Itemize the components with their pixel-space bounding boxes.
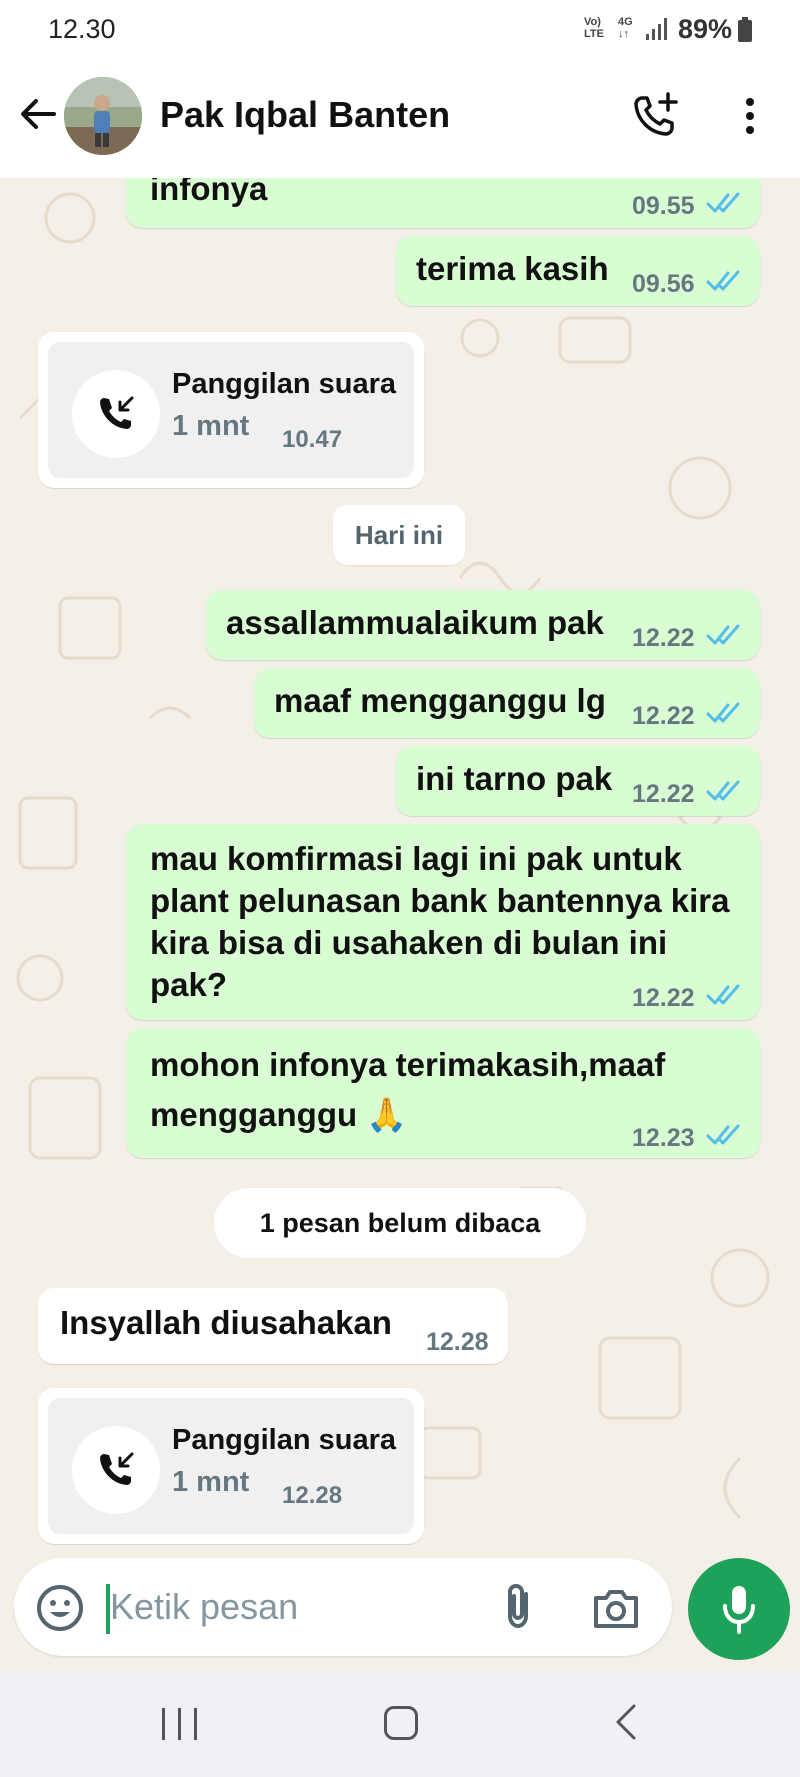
signal-bars-icon [646,18,667,40]
outgoing-message[interactable]: mohon infonya terimakasih,maaf menggangg… [126,1028,760,1158]
battery-icon [738,17,752,42]
call-card-inner: Panggilan suara 1 mnt 10.47 [48,342,414,478]
call-time: 10.47 [282,426,343,453]
message-text: maaf mengganggu lg [274,682,606,719]
more-options-icon[interactable] [728,94,772,138]
message-text: ini tarno pak [416,760,613,797]
read-ticks-icon [706,780,740,801]
call-time: 12.28 [282,1482,343,1509]
contact-name[interactable]: Pak Iqbal Banten [160,94,450,136]
chat-area[interactable]: infonya 09.55 terima kasih 09.56 Panggil… [0,178,800,1557]
message-text: Insyallah diusahakan [60,1304,392,1341]
message-time: 12.28 [426,1328,489,1356]
message-text: infonya [150,178,268,207]
battery-percent: 89% [678,14,733,44]
microphone-icon [723,1586,755,1634]
call-duration: 1 mnt [172,410,250,442]
message-time: 12.23 [632,1124,695,1152]
incoming-message[interactable]: Insyallah diusahakan 12.28 [38,1288,508,1364]
outgoing-message[interactable]: maaf mengganggu lg 12.22 [254,668,760,738]
call-card-inner: Panggilan suara 1 mnt 12.28 [48,1398,414,1534]
voice-call-card[interactable]: Panggilan suara 1 mnt 12.28 [38,1388,424,1544]
add-call-icon[interactable] [630,90,680,140]
message-input[interactable]: Ketik pesan [14,1558,672,1656]
outgoing-message[interactable]: infonya 09.55 [126,178,760,228]
volte-top: Vo) [584,16,601,28]
call-icon-circle [72,370,160,458]
recent-apps-icon[interactable] [160,1706,200,1742]
chat-header: Pak Iqbal Banten [0,60,800,178]
message-time: 09.55 [632,192,695,220]
incoming-call-icon [100,1452,134,1485]
message-placeholder: Ketik pesan [110,1586,299,1627]
read-ticks-icon [706,984,740,1005]
read-ticks-icon [706,624,740,645]
message-time: 09.56 [632,270,695,298]
message-time: 12.22 [632,624,695,652]
unread-banner: 1 pesan belum dibaca [214,1188,586,1258]
call-duration: 1 mnt [172,1466,250,1498]
call-title: Panggilan suara [172,1424,397,1456]
read-ticks-icon [706,702,740,723]
message-time: 12.22 [632,984,695,1012]
system-nav-bar [0,1672,800,1777]
volte-bottom: LTE [584,28,604,40]
date-divider: Hari ini [333,505,465,565]
emoji-icon[interactable] [34,1582,86,1634]
read-ticks-icon [706,1124,740,1145]
voice-call-card[interactable]: Panggilan suara 1 mnt 10.47 [38,332,424,488]
network-activity: ↓↑ [618,28,629,40]
read-ticks-icon [706,192,740,213]
paperclip-icon[interactable] [494,1582,544,1632]
outgoing-message[interactable]: assallammualaikum pak 12.22 [206,590,760,660]
outgoing-message[interactable]: terima kasih 09.56 [396,236,760,306]
status-bar: 12.30 Vo) LTE 4G ↓↑ 89% [0,0,800,60]
network-indicator: 4G ↓↑ [618,16,633,40]
outgoing-message[interactable]: ini tarno pak 12.22 [396,746,760,816]
message-text: mau komfirmasi lagi ini pak untuk plant … [150,840,730,1003]
message-time: 12.22 [632,780,695,808]
call-title: Panggilan suara [172,368,397,400]
volte-indicator: Vo) LTE [584,16,604,40]
message-text: terima kasih [416,250,609,287]
status-time: 12.30 [48,14,116,44]
read-ticks-icon [706,270,740,291]
home-icon[interactable] [384,1706,418,1740]
incoming-call-icon [100,396,134,429]
message-time: 12.22 [632,702,695,730]
message-text: mohon infonya terimakasih,maaf menggangg… [150,1046,666,1133]
call-icon-circle [72,1426,160,1514]
message-text: assallammualaikum pak [226,604,604,641]
back-arrow-icon[interactable] [16,92,60,136]
avatar[interactable] [64,77,142,155]
network-type: 4G [618,16,633,28]
outgoing-message[interactable]: mau komfirmasi lagi ini pak untuk plant … [126,824,760,1020]
camera-icon[interactable] [590,1584,642,1632]
system-back-icon[interactable] [610,1702,640,1742]
voice-record-button[interactable] [688,1558,790,1660]
